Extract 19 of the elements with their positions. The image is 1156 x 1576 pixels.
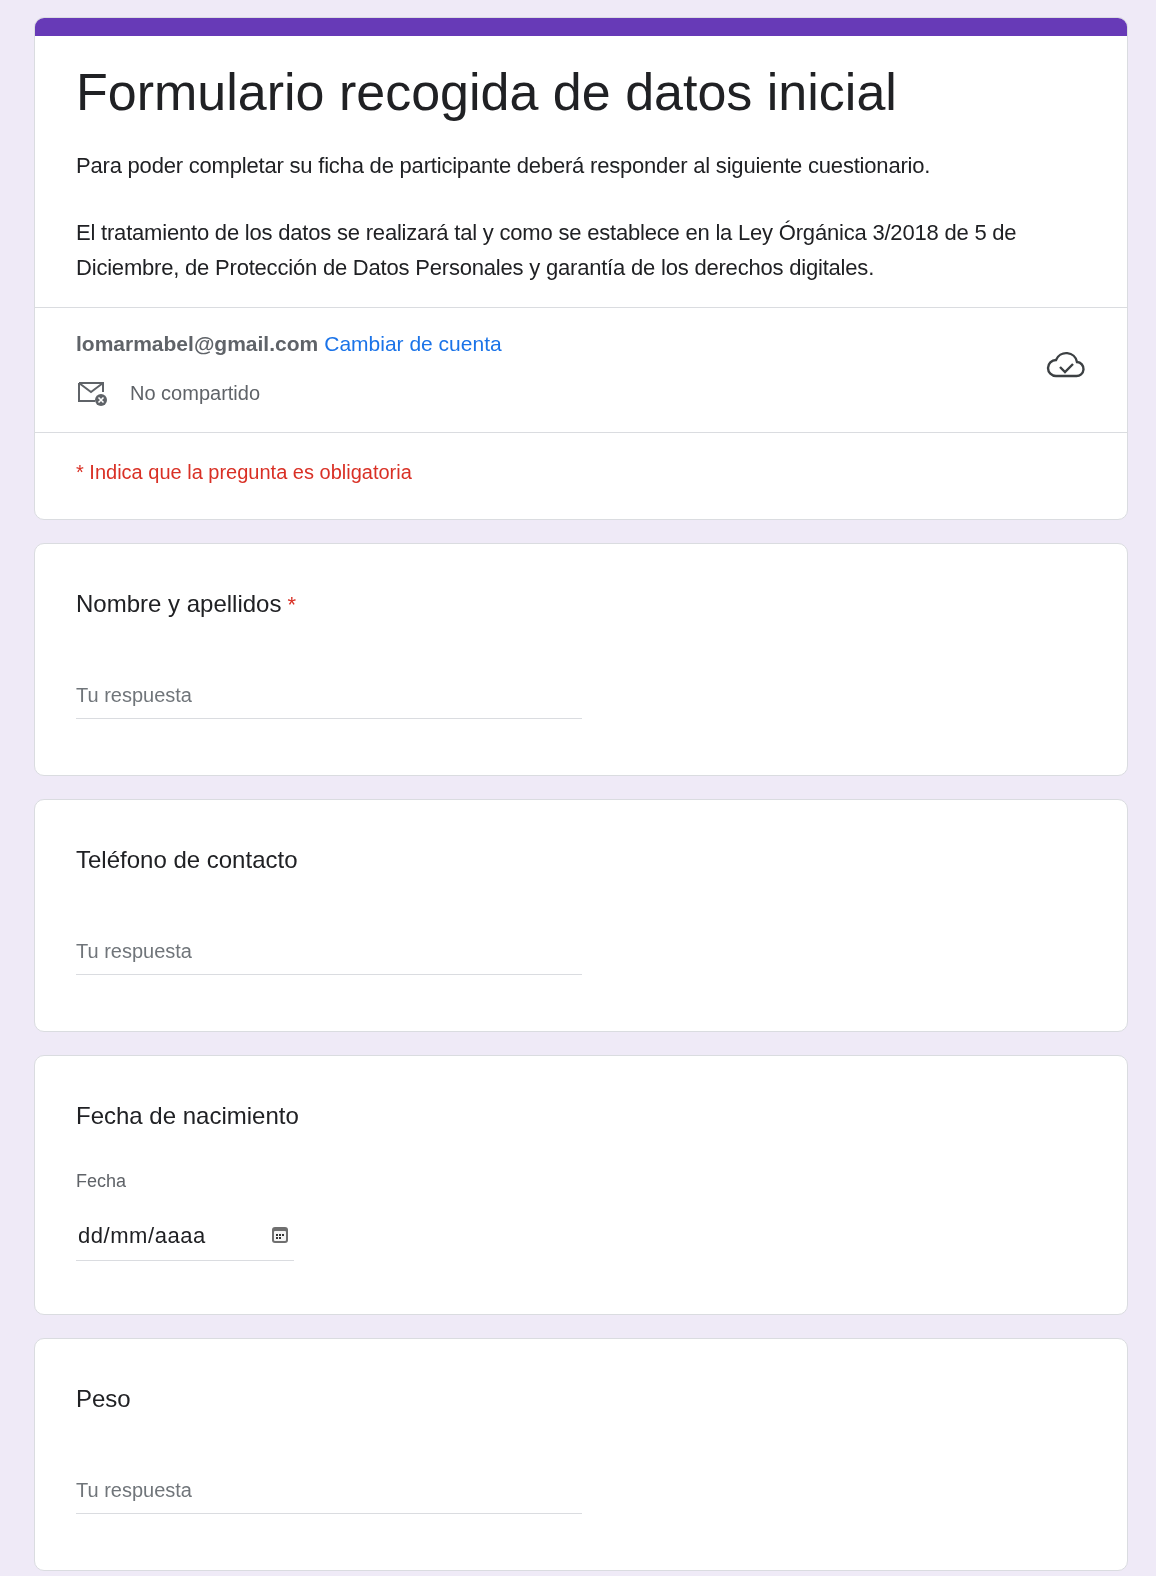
form-description: El tratamiento de los datos se realizará tal y como se establece en la Ley Órgánica 3/2018 de 5 de Diciembre, de Protección de Datos Personales y garantía de los derechos digitales. xyxy=(76,219,1018,282)
date-field[interactable]: dd/mm/aaaa xyxy=(76,1218,294,1261)
field-label: Fecha xyxy=(76,1169,128,1193)
required-asterisk: * xyxy=(287,590,296,619)
form-description: Para poder completar su ficha de participante deberá responder al siguiente cuestionario. xyxy=(76,152,932,180)
form-title: Formulario recogida de datos inicial xyxy=(76,62,898,123)
sharing-status: No compartido xyxy=(130,380,261,406)
question-title: Teléfono de contacto xyxy=(76,844,298,875)
answer-field[interactable]: Tu respuesta xyxy=(76,679,582,719)
question-title: Peso xyxy=(76,1383,131,1414)
cloud-check-icon xyxy=(1046,350,1086,380)
calendar-icon[interactable] xyxy=(270,1225,290,1245)
question-title: Nombre y apellidos xyxy=(76,588,282,619)
answer-field[interactable]: Tu respuesta xyxy=(76,935,582,975)
answer-field[interactable]: Tu respuesta xyxy=(76,1474,582,1514)
question-title: Fecha de nacimiento xyxy=(76,1100,299,1131)
account-email: lomarmabel@gmail.com xyxy=(76,331,319,357)
required-note: * Indica que la pregunta es obligatoria xyxy=(76,460,412,483)
switch-account-link[interactable]: Cambiar de cuenta xyxy=(324,328,502,360)
